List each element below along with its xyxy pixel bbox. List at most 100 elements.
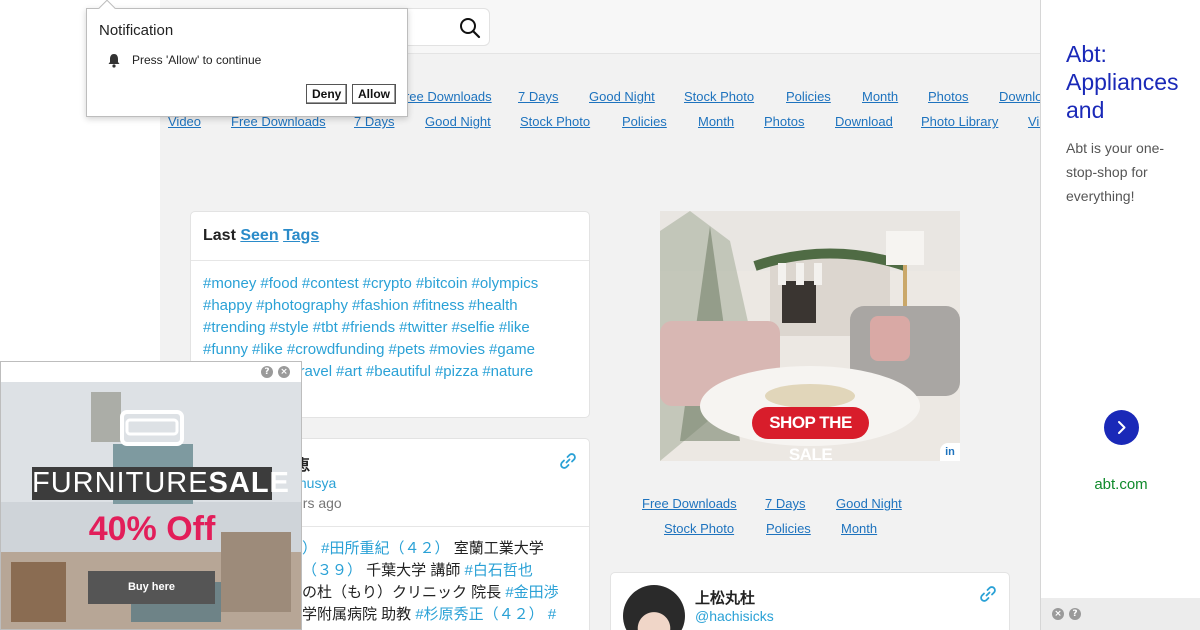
hashtag-link[interactable]: #happy: [203, 297, 252, 314]
ad-go-button[interactable]: [1104, 410, 1139, 445]
hashtag-link[interactable]: #fashion: [352, 297, 409, 314]
card-header: Last Seen Tags: [191, 212, 589, 261]
hashtag-link[interactable]: #fitness: [413, 297, 465, 314]
close-icon[interactable]: ×: [1052, 608, 1064, 620]
link-icon[interactable]: [558, 451, 578, 471]
hashtag-link[interactable]: #like: [499, 319, 530, 336]
ad-domain-link[interactable]: abt.com: [1041, 476, 1200, 493]
nav-link-7-days[interactable]: 7 Days: [765, 496, 805, 511]
nav-links-row-3: Free Downloads 7 Days Good Night: [610, 496, 1010, 516]
buy-here-button[interactable]: Buy here: [88, 571, 215, 604]
tweet-author-handle[interactable]: @hachisicks: [695, 608, 774, 624]
link-icon[interactable]: [978, 584, 998, 604]
hashtag-link[interactable]: #nature: [482, 363, 533, 380]
help-icon[interactable]: ?: [261, 366, 273, 378]
nav-link-stock-photo[interactable]: Stock Photo: [664, 521, 734, 536]
hashtag-link[interactable]: #game: [489, 341, 535, 358]
nav-link-free-downloads[interactable]: Free Downloads: [642, 496, 737, 511]
nav-link-download[interactable]: Download: [835, 114, 893, 129]
deny-button[interactable]: Deny: [306, 84, 347, 104]
title-prefix: Last: [203, 227, 236, 244]
hashtag-link[interactable]: #twitter: [399, 319, 447, 336]
bell-icon: [107, 53, 121, 68]
nav-links-row-4: Stock Photo Policies Month: [610, 521, 1010, 541]
hashtag-link[interactable]: #style: [270, 319, 309, 336]
tag-line: #trending #style #tbt #friends #twitter #self…: [203, 317, 583, 339]
title-link-seen[interactable]: Seen: [240, 227, 278, 244]
hashtag-link[interactable]: #olympics: [472, 275, 539, 292]
nav-link-photos[interactable]: Photos: [928, 89, 968, 104]
furniture-ad-image[interactable]: FURNITURESALE 40% Off Buy here: [1, 382, 301, 629]
hashtag-link[interactable]: #photography: [256, 297, 348, 314]
hashtag-link[interactable]: #crypto: [363, 275, 412, 292]
hashtag-link[interactable]: #: [544, 606, 556, 623]
hashtag-link[interactable]: #art: [336, 363, 362, 380]
hashtag-link[interactable]: #funny: [203, 341, 248, 358]
ad-corner-badge[interactable]: in: [940, 443, 960, 461]
nav-link-policies[interactable]: Policies: [786, 89, 831, 104]
tweet-text-line: 大学附属病院 助教 #杉原秀正（４２） #: [287, 604, 556, 626]
hashtag-link[interactable]: #杉原秀正（４２）: [415, 606, 543, 623]
tag-line: #funny #like #crowdfunding #pets #movies #gam…: [203, 339, 583, 361]
hashtag-link[interactable]: #friends: [342, 319, 395, 336]
tweet-text-segment: 室蘭工業大学: [449, 540, 544, 557]
nav-link-month[interactable]: Month: [698, 114, 734, 129]
shop-the-sale-button[interactable]: SHOP THE SALE: [752, 407, 869, 461]
tweet-time: urs ago: [295, 495, 342, 511]
nav-link-good-night[interactable]: Good Night: [836, 496, 902, 511]
close-icon[interactable]: ×: [278, 366, 290, 378]
tweet-author-name: 上松丸杜: [695, 590, 756, 607]
hashtag-link[interactable]: #selfie: [452, 319, 495, 336]
nav-link-good-night[interactable]: Good Night: [589, 89, 655, 104]
hashtag-link[interactable]: #pizza: [435, 363, 478, 380]
avatar[interactable]: [623, 585, 685, 630]
title-link-tags[interactable]: Tags: [283, 227, 319, 244]
search-icon[interactable]: [458, 16, 482, 40]
nav-link-download[interactable]: Download: [999, 89, 1040, 104]
hashtag-link[interactable]: #like: [252, 341, 283, 358]
notification-popup: Notification Press 'Allow' to continue D…: [86, 0, 408, 117]
help-icon[interactable]: ?: [1069, 608, 1081, 620]
hashtag-link[interactable]: #bitcoin: [416, 275, 468, 292]
hashtag-link[interactable]: #crowdfunding: [287, 341, 385, 358]
hashtag-link[interactable]: #beautiful: [366, 363, 431, 380]
nav-link-photos[interactable]: Photos: [764, 114, 804, 129]
nav-link-month[interactable]: Month: [841, 521, 877, 536]
hashtag-link[interactable]: #movies: [429, 341, 485, 358]
ad-footer: × ?: [1041, 598, 1200, 630]
popup-caret: [98, 0, 116, 17]
banner-text: FURNITURE: [32, 467, 209, 499]
allow-button[interactable]: Allow: [352, 84, 396, 104]
nav-link-7-days[interactable]: 7 Days: [518, 89, 558, 104]
hashtag-link[interactable]: #田所重紀（４２）: [317, 540, 449, 557]
notification-message: Press 'Allow' to continue: [132, 53, 262, 67]
hashtag-link[interactable]: #food: [260, 275, 298, 292]
nav-link-policies[interactable]: Policies: [766, 521, 811, 536]
hashtag-link[interactable]: #money: [203, 275, 256, 292]
nav-link-free-downloads[interactable]: Free Downloads: [397, 89, 492, 104]
notification-title: Notification: [99, 22, 174, 39]
nav-link-month[interactable]: Month: [862, 89, 898, 104]
hashtag-link[interactable]: #金田渉: [505, 584, 558, 601]
hashtag-link[interactable]: #trending: [203, 319, 266, 336]
nav-link-stock-photo[interactable]: Stock Photo: [684, 89, 754, 104]
ad-title[interactable]: Abt: Appliances and: [1066, 40, 1186, 124]
hashtag-link[interactable]: #白石哲也: [465, 562, 533, 579]
furniture-sale-banner: FURNITURESALE: [32, 467, 289, 500]
hashtag-link[interactable]: #tbt: [313, 319, 338, 336]
nav-link-video[interactable]: Video: [1028, 114, 1040, 129]
ad-description: Abt is your one-stop-shop for everything…: [1066, 140, 1165, 204]
card-title: Last Seen Tags: [203, 227, 319, 245]
hashtag-link[interactable]: #health: [468, 297, 517, 314]
nav-link-stock-photo[interactable]: Stock Photo: [520, 114, 590, 129]
nav-link-good-night[interactable]: Good Night: [425, 114, 491, 129]
popup-toolbar: ? ×: [1, 362, 301, 382]
chevron-right-icon: [1118, 421, 1126, 434]
offer-text: 40% Off: [88, 510, 216, 548]
nav-link-photo-library[interactable]: Photo Library: [921, 114, 998, 129]
nav-link-policies[interactable]: Policies: [622, 114, 667, 129]
tweet-text-segment: 千葉大学 講師: [362, 562, 465, 579]
hashtag-link[interactable]: #contest: [302, 275, 359, 292]
ad-banner-living-room[interactable]: SHOP THE SALE in: [660, 211, 960, 461]
hashtag-link[interactable]: #pets: [388, 341, 425, 358]
